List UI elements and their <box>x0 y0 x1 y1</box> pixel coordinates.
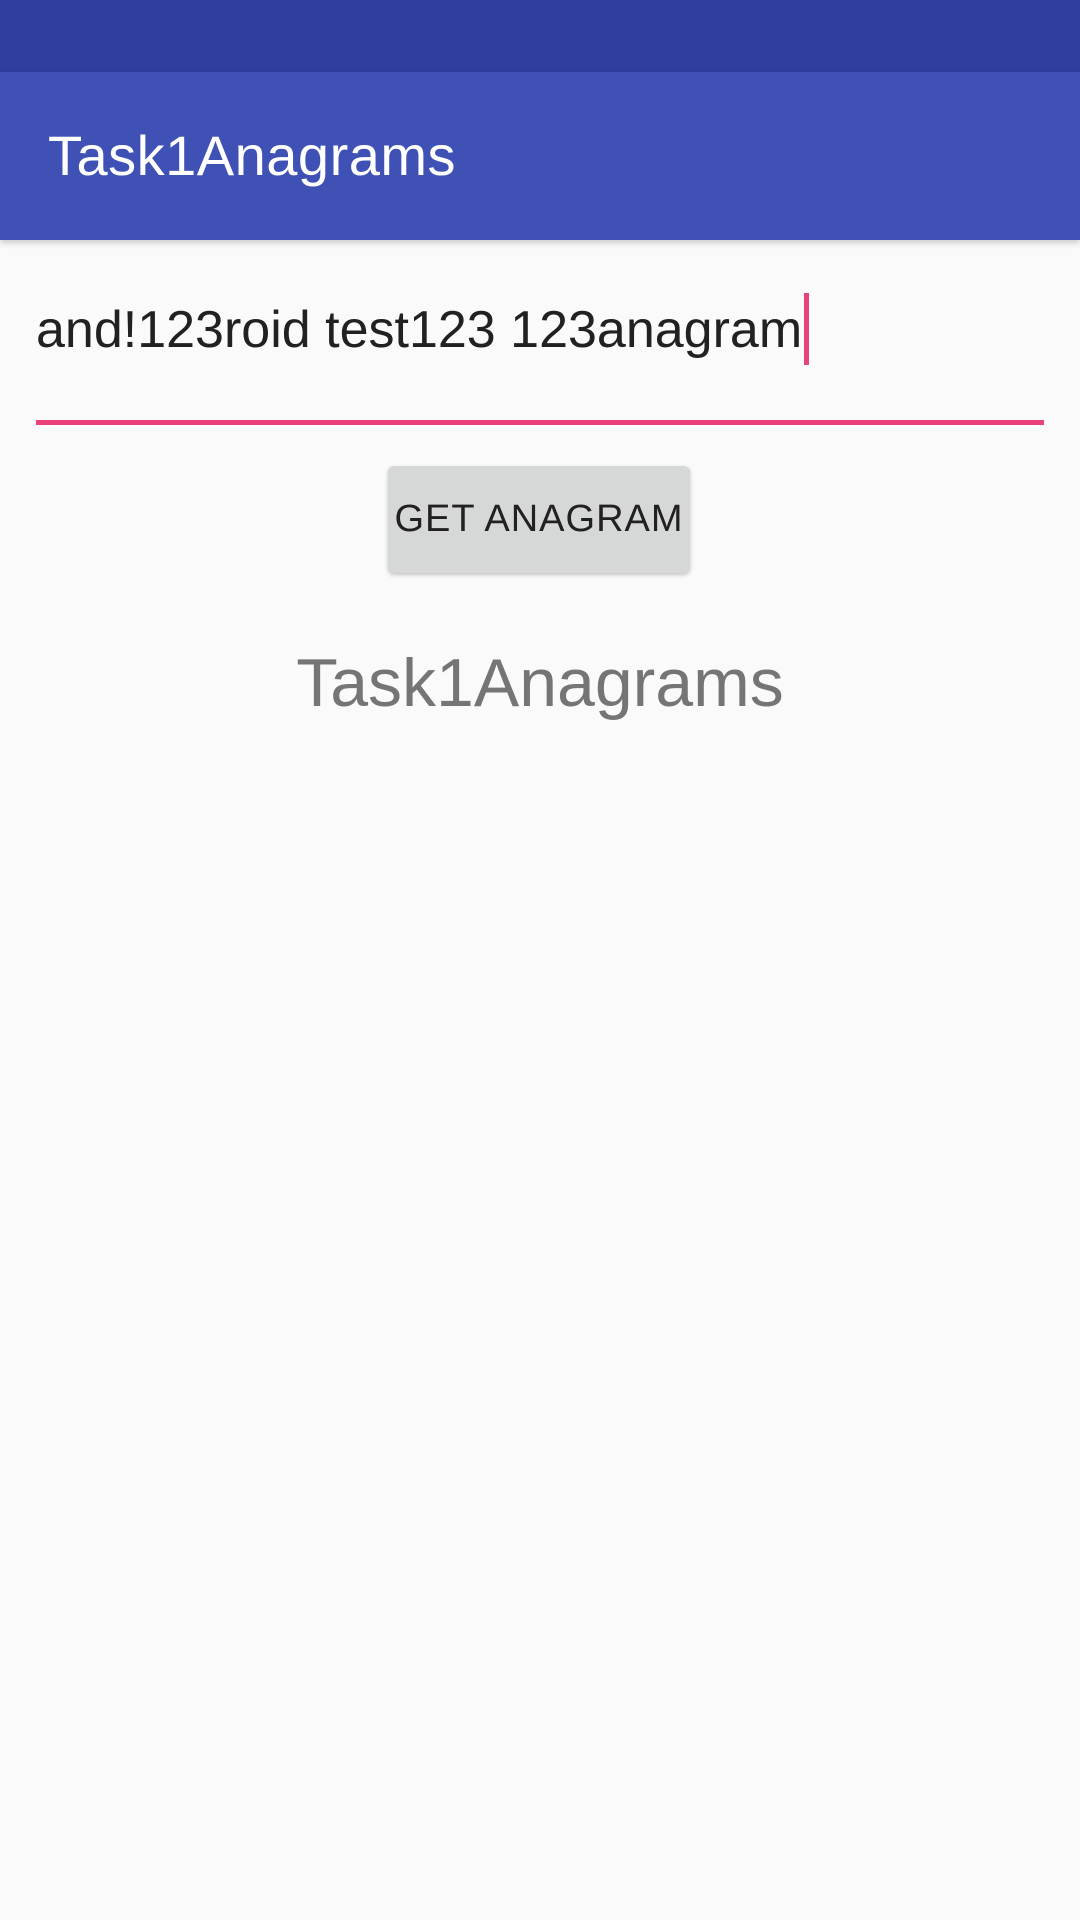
app-title: Task1Anagrams <box>48 124 457 187</box>
status-bar <box>0 0 1080 72</box>
result-text: Task1Anagrams <box>296 645 784 721</box>
app-bar: Task1Anagrams <box>0 72 1080 240</box>
input-value[interactable]: and!123roid test123 123anagram <box>36 301 802 359</box>
get-anagram-button[interactable]: GET ANAGRAM <box>388 466 690 573</box>
text-input-field[interactable]: and!123roid test123 123anagram <box>36 288 1044 425</box>
text-caret <box>804 293 810 366</box>
input-underline <box>36 420 1044 425</box>
main-content: and!123roid test123 123anagram GET ANAGR… <box>0 240 1080 1920</box>
